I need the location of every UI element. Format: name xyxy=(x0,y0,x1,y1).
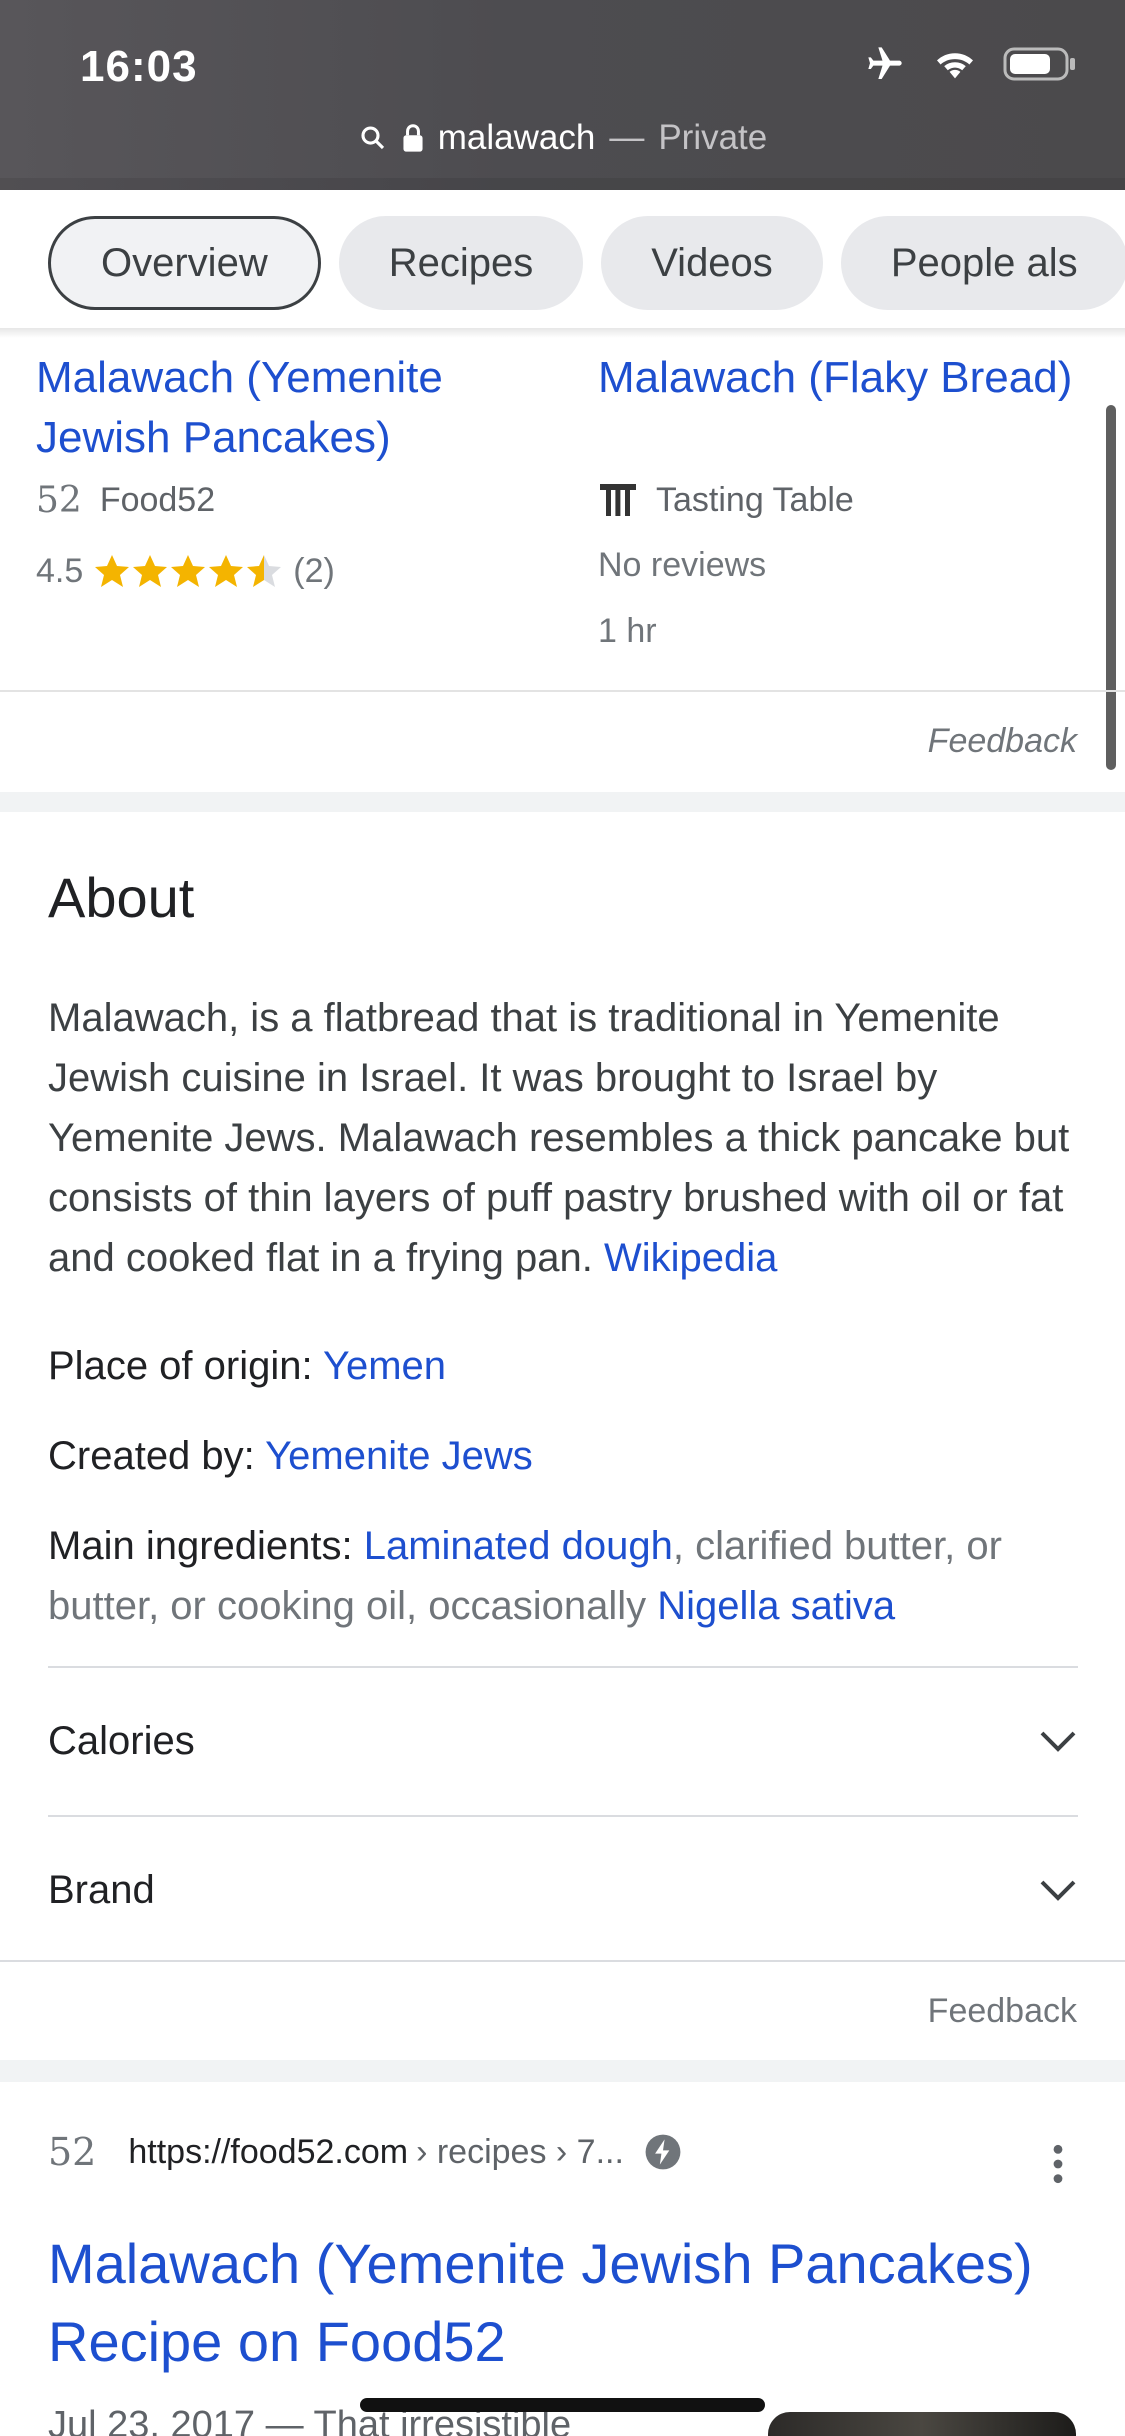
search-tabs: Overview Recipes Videos People als xyxy=(0,190,1125,330)
tab-videos[interactable]: Videos xyxy=(601,216,823,310)
created-label: Created by: xyxy=(48,1434,255,1478)
food52-favicon: 52 xyxy=(48,2130,97,2174)
result-breadcrumb: › recipes › 7... xyxy=(416,2132,624,2171)
source-name: Food52 xyxy=(99,481,216,519)
section-separator xyxy=(0,792,1125,812)
source-name: Tasting Table xyxy=(656,480,854,519)
result-title[interactable]: Malawach (Yemenite Jewish Pancakes) Reci… xyxy=(48,2225,1048,2381)
fact-origin: Place of origin: Yemen xyxy=(48,1336,1088,1396)
divider xyxy=(0,1960,1125,1962)
expander-label: Brand xyxy=(48,1867,155,1912)
url-query: malawach xyxy=(437,118,596,157)
url-separator: — xyxy=(609,118,645,157)
fact-created-by: Created by: Yemenite Jews xyxy=(48,1426,1088,1486)
carousel-scrollbar[interactable] xyxy=(1106,405,1116,770)
search-icon xyxy=(361,126,384,150)
recipe-time-2: 1 hr xyxy=(598,612,657,650)
brand-expander[interactable]: Brand xyxy=(48,1815,1078,1963)
feedback-link[interactable]: Feedback xyxy=(928,722,1077,761)
tab-people-also[interactable]: People als xyxy=(840,216,1125,310)
review-count: (2) xyxy=(293,552,335,590)
result-domain: https://food52.com xyxy=(128,2132,409,2171)
status-time: 16:03 xyxy=(80,42,198,91)
more-options-icon[interactable] xyxy=(1046,2142,1070,2186)
private-label: Private xyxy=(658,118,768,157)
created-link[interactable]: Yemenite Jews xyxy=(265,1434,533,1478)
about-description: Malawach, is a flatbread that is traditi… xyxy=(48,988,1088,1288)
fact-ingredients: Main ingredients: Laminated dough, clari… xyxy=(48,1516,1088,1636)
browser-top-bar xyxy=(0,0,1125,190)
tasting-table-logo-icon xyxy=(600,484,636,516)
origin-label: Place of origin: xyxy=(48,1344,313,1388)
tab-overview[interactable]: Overview xyxy=(48,216,321,310)
about-heading: About xyxy=(48,866,195,929)
battery-icon xyxy=(1003,47,1075,81)
origin-link[interactable]: Yemen xyxy=(323,1344,446,1388)
description-text: Malawach, is a flatbread that is traditi… xyxy=(48,996,1070,1280)
nigella-sativa-link[interactable]: Nigella sativa xyxy=(657,1584,895,1628)
wikipedia-link[interactable]: Wikipedia xyxy=(604,1236,777,1280)
recipe-source-2: Tasting Table xyxy=(598,480,854,520)
airplane-icon xyxy=(868,47,902,79)
status-icons xyxy=(863,44,1077,84)
result-thumbnail[interactable] xyxy=(768,2412,1076,2436)
recipe-rating-1: 4.5 (2) xyxy=(36,552,335,591)
lock-icon xyxy=(403,124,423,152)
wifi-icon xyxy=(937,53,973,79)
divider xyxy=(0,690,1125,692)
recipe-title-2[interactable]: Malawach (Flaky Bread) xyxy=(598,348,1118,408)
laminated-dough-link[interactable]: Laminated dough xyxy=(364,1524,673,1568)
tab-recipes[interactable]: Recipes xyxy=(338,216,584,310)
food52-logo: 52 xyxy=(36,480,82,521)
recipe-reviews-2: No reviews xyxy=(598,546,767,584)
url-bar[interactable]: malawach — Private xyxy=(0,118,1125,158)
section-separator xyxy=(0,2060,1125,2082)
chevron-down-icon xyxy=(1040,1731,1076,1752)
star-rating-icon xyxy=(95,554,282,587)
chevron-down-icon xyxy=(1040,1880,1076,1901)
tabs-shadow xyxy=(0,328,1125,338)
home-indicator[interactable] xyxy=(360,2398,765,2412)
feedback-link[interactable]: Feedback xyxy=(928,1992,1077,2031)
ingredients-label: Main ingredients: xyxy=(48,1524,353,1568)
result-url[interactable]: 52 https://food52.com › recipes › 7... xyxy=(48,2130,682,2174)
rating-value: 4.5 xyxy=(36,552,84,590)
amp-lightning-icon xyxy=(645,2134,681,2170)
recipe-title-1[interactable]: Malawach (Yemenite Jewish Pancakes) xyxy=(36,348,556,468)
recipe-source-1: 52 Food52 xyxy=(36,480,215,521)
expander-label: Calories xyxy=(48,1718,195,1763)
calories-expander[interactable]: Calories xyxy=(48,1666,1078,1814)
